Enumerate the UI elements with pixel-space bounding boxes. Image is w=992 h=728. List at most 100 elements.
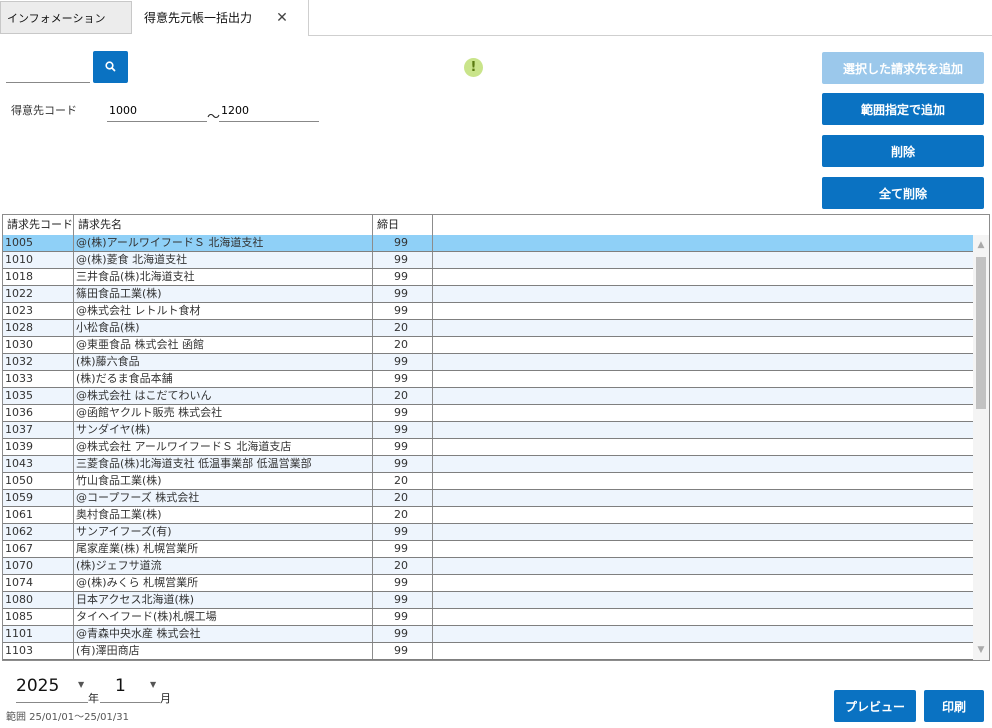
row-close-day: 20 xyxy=(373,388,433,404)
table-row[interactable]: 1080 日本アクセス北海道(株) 99 xyxy=(3,592,973,609)
row-name: (有)澤田商店 xyxy=(74,643,373,659)
row-name: (株)ジェフサ道流 xyxy=(74,558,373,574)
row-code: 1039 xyxy=(3,439,74,455)
row-close-day: 99 xyxy=(373,524,433,540)
table-row[interactable]: 1030 @東亜食品 株式会社 函館 20 xyxy=(3,337,973,354)
row-name: 小松食品(株) xyxy=(74,320,373,336)
row-name: @株式会社 レトルト食材 xyxy=(74,303,373,319)
row-name: @コープフーズ 株式会社 xyxy=(74,490,373,506)
row-name: 尾家産業(株) 札幌営業所 xyxy=(74,541,373,557)
row-code: 1103 xyxy=(3,643,74,659)
row-code: 1033 xyxy=(3,371,74,387)
row-close-day: 20 xyxy=(373,558,433,574)
row-filler xyxy=(433,303,973,319)
table-row[interactable]: 1036 @函館ヤクルト販売 株式会社 99 xyxy=(3,405,973,422)
table-row[interactable]: 1101 @青森中央水産 株式会社 99 xyxy=(3,626,973,643)
table-row[interactable]: 1059 @コープフーズ 株式会社 20 xyxy=(3,490,973,507)
scroll-up-icon[interactable]: ▲ xyxy=(973,237,989,253)
header-code[interactable]: 請求先コード xyxy=(3,215,74,235)
row-close-day: 99 xyxy=(373,592,433,608)
table-row[interactable]: 1022 篠田食品工業(株) 99 xyxy=(3,286,973,303)
header-close-day[interactable]: 締日 xyxy=(373,215,433,235)
billing-table: 請求先コード 請求先名 締日 1005 @(株)アールワイフードＳ 北海道支社 99… xyxy=(2,214,990,661)
search-button[interactable] xyxy=(93,51,128,83)
row-filler xyxy=(433,371,973,387)
row-code: 1037 xyxy=(3,422,74,438)
row-code: 1050 xyxy=(3,473,74,489)
row-code: 1030 xyxy=(3,337,74,353)
table-row[interactable]: 1028 小松食品(株) 20 xyxy=(3,320,973,337)
row-code: 1043 xyxy=(3,456,74,472)
row-close-day: 20 xyxy=(373,507,433,523)
table-row[interactable]: 1037 サンダイヤ(株) 99 xyxy=(3,422,973,439)
row-name: @青森中央水産 株式会社 xyxy=(74,626,373,642)
row-close-day: 20 xyxy=(373,490,433,506)
row-code: 1074 xyxy=(3,575,74,591)
year-select[interactable]: 2025 ▼ xyxy=(16,676,88,703)
table-row[interactable]: 1062 サンアイフーズ(有) 99 xyxy=(3,524,973,541)
customer-code-label: 得意先コード xyxy=(11,104,77,117)
chevron-down-icon[interactable]: ▼ xyxy=(78,680,84,689)
table-row[interactable]: 1050 竹山食品工業(株) 20 xyxy=(3,473,973,490)
row-close-day: 99 xyxy=(373,235,433,251)
row-filler xyxy=(433,473,973,489)
row-filler xyxy=(433,286,973,302)
year-value: 2025 xyxy=(16,676,60,696)
scroll-thumb[interactable] xyxy=(976,257,986,409)
search-input[interactable] xyxy=(6,56,90,83)
row-filler xyxy=(433,320,973,336)
row-filler xyxy=(433,575,973,591)
print-button[interactable]: 印刷 xyxy=(924,690,984,722)
tab-ledger-bulk-output[interactable]: 得意先元帳一括出力 ✕ xyxy=(132,0,309,36)
row-code: 1028 xyxy=(3,320,74,336)
header-name[interactable]: 請求先名 xyxy=(74,215,373,235)
close-icon[interactable]: ✕ xyxy=(274,0,290,36)
table-row[interactable]: 1067 尾家産業(株) 札幌営業所 99 xyxy=(3,541,973,558)
row-name: 三井食品(株)北海道支社 xyxy=(74,269,373,285)
table-row[interactable]: 1018 三井食品(株)北海道支社 99 xyxy=(3,269,973,286)
table-row[interactable]: 1074 @(株)みくら 札幌営業所 99 xyxy=(3,575,973,592)
tab-bar: インフォメーション 得意先元帳一括出力 ✕ xyxy=(0,0,992,36)
month-select[interactable]: 1 ▼ xyxy=(100,676,160,703)
row-close-day: 99 xyxy=(373,439,433,455)
row-name: @東亜食品 株式会社 函館 xyxy=(74,337,373,353)
add-range-button[interactable]: 範囲指定で追加 xyxy=(822,93,984,125)
code-to-input[interactable] xyxy=(219,100,319,122)
row-close-day: 99 xyxy=(373,269,433,285)
table-row[interactable]: 1035 @株式会社 はこだてわいん 20 xyxy=(3,388,973,405)
row-code: 1059 xyxy=(3,490,74,506)
preview-button[interactable]: プレビュー xyxy=(834,690,916,722)
vertical-scrollbar[interactable]: ▲ ▼ xyxy=(973,235,989,660)
row-code: 1080 xyxy=(3,592,74,608)
table-row[interactable]: 1033 (株)だるま食品本舗 99 xyxy=(3,371,973,388)
code-from-input[interactable] xyxy=(107,100,207,122)
row-name: @(株)アールワイフードＳ 北海道支社 xyxy=(74,235,373,251)
row-code: 1032 xyxy=(3,354,74,370)
row-close-day: 99 xyxy=(373,252,433,268)
scroll-down-icon[interactable]: ▼ xyxy=(973,642,989,658)
row-filler xyxy=(433,269,973,285)
chevron-down-icon[interactable]: ▼ xyxy=(150,680,156,689)
row-close-day: 99 xyxy=(373,609,433,625)
table-row[interactable]: 1061 奥村食品工業(株) 20 xyxy=(3,507,973,524)
table-row[interactable]: 1043 三菱食品(株)北海道支社 低温事業部 低温営業部 99 xyxy=(3,456,973,473)
table-row[interactable]: 1005 @(株)アールワイフードＳ 北海道支社 99 xyxy=(3,235,973,252)
row-filler xyxy=(433,422,973,438)
row-filler xyxy=(433,235,973,251)
table-row[interactable]: 1085 タイヘイフード(株)札幌工場 99 xyxy=(3,609,973,626)
row-filler xyxy=(433,558,973,574)
table-row[interactable]: 1070 (株)ジェフサ道流 20 xyxy=(3,558,973,575)
table-row[interactable]: 1032 (株)藤六食品 99 xyxy=(3,354,973,371)
row-filler xyxy=(433,439,973,455)
row-filler xyxy=(433,490,973,506)
table-row[interactable]: 1039 @株式会社 アールワイフードＳ 北海道支店 99 xyxy=(3,439,973,456)
delete-button[interactable]: 削除 xyxy=(822,135,984,167)
delete-all-button[interactable]: 全て削除 xyxy=(822,177,984,209)
tab-information[interactable]: インフォメーション xyxy=(0,1,132,34)
warning-icon: ! xyxy=(464,58,483,77)
table-row[interactable]: 1023 @株式会社 レトルト食材 99 xyxy=(3,303,973,320)
table-row[interactable]: 1103 (有)澤田商店 99 xyxy=(3,643,973,660)
table-row[interactable]: 1010 @(株)菱食 北海道支社 99 xyxy=(3,252,973,269)
row-close-day: 99 xyxy=(373,405,433,421)
add-selected-button[interactable]: 選択した請求先を追加 xyxy=(822,52,984,84)
